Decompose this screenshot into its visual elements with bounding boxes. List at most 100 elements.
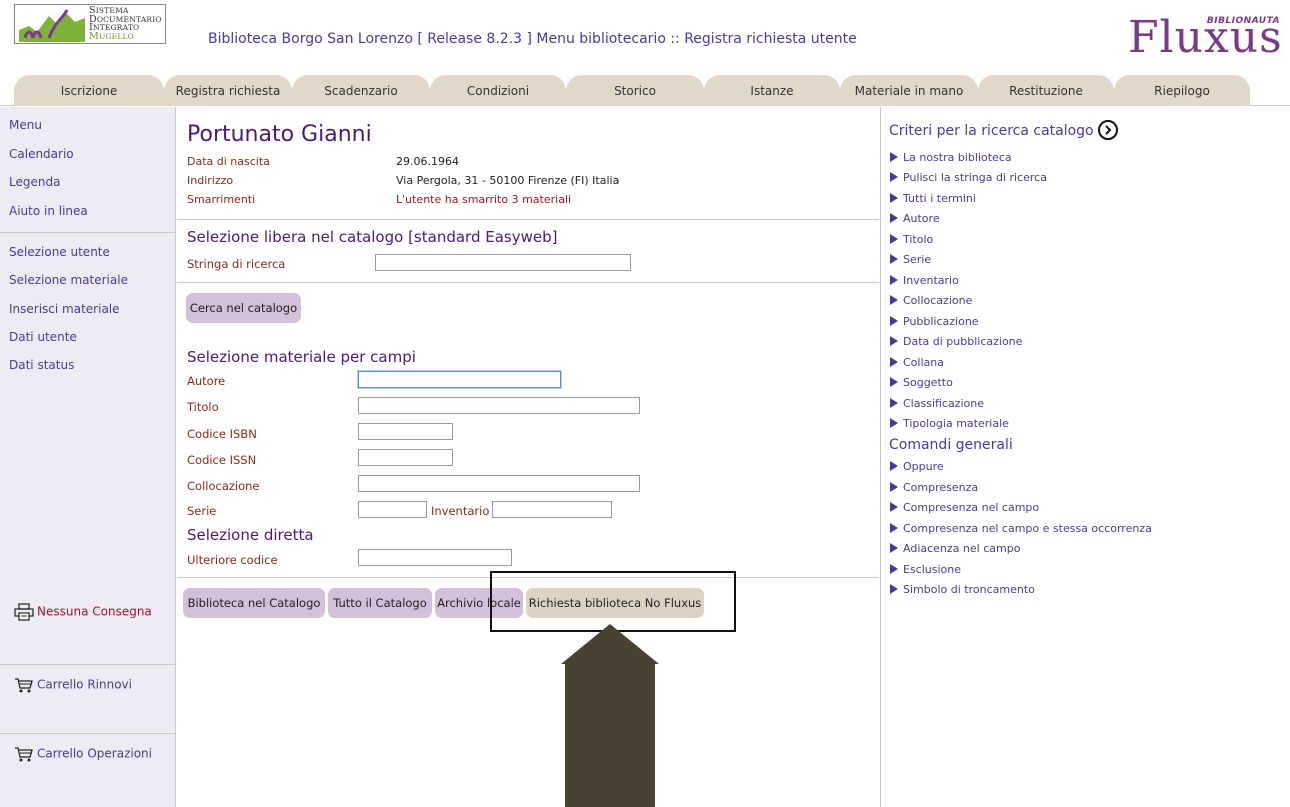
no-fluxus-request-button[interactable]: Richiesta biblioteca No Fluxus xyxy=(526,588,704,618)
issn-input[interactable] xyxy=(358,449,453,466)
inventory-input[interactable] xyxy=(492,501,612,518)
series-label: Serie xyxy=(187,504,217,518)
criteria-item[interactable]: Tutti i termini xyxy=(890,192,976,205)
criteria-item[interactable]: Pubblicazione xyxy=(890,315,979,328)
criteria-item[interactable]: La nostra biblioteca xyxy=(890,151,1012,164)
command-item[interactable]: Compresenza nel campo xyxy=(890,501,1039,514)
criteria-item[interactable]: Serie xyxy=(890,253,931,266)
triangle-right-icon xyxy=(890,275,898,285)
left-sidebar: Menu Calendario Legenda Aiuto in linea S… xyxy=(0,107,176,807)
isbn-input[interactable] xyxy=(358,423,453,440)
tab-materiale-in-mano[interactable]: Materiale in mano xyxy=(840,75,978,106)
tab-restituzione[interactable]: Restituzione xyxy=(978,75,1114,106)
triangle-right-icon xyxy=(890,502,898,512)
criteria-item[interactable]: Pulisci la stringa di ricerca xyxy=(890,171,1047,184)
sidebar-divider xyxy=(0,664,176,665)
sidebar-item-selezione-materiale[interactable]: Selezione materiale xyxy=(9,273,128,287)
logo-text: Sistema Documentario Integrato Mugello xyxy=(89,5,162,42)
no-delivery-label: Nessuna Consegna xyxy=(37,604,152,619)
criteria-item[interactable]: Data di pubblicazione xyxy=(890,335,1022,348)
birth-value: 29.06.1964 xyxy=(396,155,459,168)
lost-value[interactable]: L'utente ha smarrito 3 materiali xyxy=(396,193,571,206)
tab-bar: Iscrizione Registra richiesta Scadenzari… xyxy=(0,75,1290,106)
command-item[interactable]: Compresenza nel campo e stessa occorrenz… xyxy=(890,522,1152,535)
tab-istanze[interactable]: Istanze xyxy=(704,75,840,106)
criteria-item[interactable]: Soggetto xyxy=(890,376,953,389)
criteria-item[interactable]: Autore xyxy=(890,212,940,225)
series-input[interactable] xyxy=(358,501,427,518)
title-label: Titolo xyxy=(187,400,219,414)
author-input[interactable] xyxy=(358,371,561,388)
triangle-right-icon xyxy=(890,543,898,553)
main-content: Portunato Gianni Data di nascita 29.06.1… xyxy=(177,107,879,807)
library-catalog-button[interactable]: Biblioteca nel Catalogo xyxy=(183,588,325,618)
annotation-arrow-icon xyxy=(561,624,659,807)
triangle-right-icon xyxy=(890,295,898,305)
triangle-right-icon xyxy=(890,523,898,533)
other-code-input[interactable] xyxy=(358,549,512,566)
sidebar-item-dati-status[interactable]: Dati status xyxy=(9,358,74,372)
cart-icon xyxy=(15,678,33,693)
tab-iscrizione[interactable]: Iscrizione xyxy=(14,75,164,106)
triangle-right-icon xyxy=(890,213,898,223)
search-string-input[interactable] xyxy=(375,254,631,271)
command-item[interactable]: Esclusione xyxy=(890,563,961,576)
lost-label: Smarrimenti xyxy=(187,193,256,206)
no-delivery-link[interactable]: Nessuna Consegna xyxy=(14,603,152,621)
triangle-right-icon xyxy=(890,336,898,346)
birth-label: Data di nascita xyxy=(187,155,270,168)
criteria-item[interactable]: Classificazione xyxy=(890,397,984,410)
free-search-title: Selezione libera nel catalogo [standard … xyxy=(187,228,558,246)
brand-sub: BIBLIONAUTA xyxy=(1206,16,1280,26)
cart-icon xyxy=(15,747,33,762)
renew-cart-link[interactable]: Carrello Rinnovi xyxy=(14,677,132,693)
address-label: Indirizzo xyxy=(187,174,234,187)
printer-icon xyxy=(14,603,34,621)
search-string-label: Stringa di ricerca xyxy=(187,257,286,271)
criteria-title: Criteri per la ricerca catalogo xyxy=(889,120,1118,141)
triangle-right-icon xyxy=(890,398,898,408)
sidebar-item-menu[interactable]: Menu xyxy=(9,118,42,132)
location-label: Collocazione xyxy=(187,479,260,493)
sidebar-item-legenda[interactable]: Legenda xyxy=(9,175,60,189)
fluxus-logo: Fluxus BIBLIONAUTA xyxy=(1124,12,1284,62)
tab-storico[interactable]: Storico xyxy=(566,75,704,106)
sidebar-item-selezione-utente[interactable]: Selezione utente xyxy=(9,245,110,259)
triangle-right-icon xyxy=(890,152,898,162)
sidebar-divider xyxy=(0,733,176,734)
tab-condizioni[interactable]: Condizioni xyxy=(430,75,566,106)
tab-riepilogo[interactable]: Riepilogo xyxy=(1114,75,1250,106)
page-title: Biblioteca Borgo San Lorenzo [ Release 8… xyxy=(208,31,857,47)
mountain-logo-icon xyxy=(19,8,85,42)
title-input[interactable] xyxy=(358,397,640,414)
triangle-right-icon xyxy=(890,234,898,244)
tab-scadenzario[interactable]: Scadenzario xyxy=(292,75,430,106)
all-catalog-button[interactable]: Tutto il Catalogo xyxy=(328,588,432,618)
triangle-right-icon xyxy=(890,584,898,594)
sidebar-item-dati-utente[interactable]: Dati utente xyxy=(9,330,77,344)
sidebar-item-inserisci-materiale[interactable]: Inserisci materiale xyxy=(9,302,120,316)
criteria-item[interactable]: Titolo xyxy=(890,233,933,246)
operations-cart-link[interactable]: Carrello Operazioni xyxy=(14,746,152,762)
sdim-logo[interactable]: Sistema Documentario Integrato Mugello xyxy=(14,4,166,44)
sidebar-item-calendario[interactable]: Calendario xyxy=(9,147,74,161)
command-item[interactable]: Oppure xyxy=(890,460,944,473)
location-input[interactable] xyxy=(358,475,640,492)
sidebar-divider xyxy=(0,232,176,233)
tab-registra-richiesta[interactable]: Registra richiesta xyxy=(164,75,292,106)
chevron-right-circle-icon[interactable] xyxy=(1097,120,1118,140)
command-item[interactable]: Simbolo di troncamento xyxy=(890,583,1035,596)
criteria-item[interactable]: Collana xyxy=(890,356,944,369)
catalog-search-button[interactable]: Cerca nel catalogo xyxy=(186,293,301,323)
triangle-right-icon xyxy=(890,172,898,182)
divider xyxy=(177,577,879,578)
criteria-item[interactable]: Tipologia materiale xyxy=(890,417,1009,430)
sidebar-item-aiuto[interactable]: Aiuto in linea xyxy=(9,204,88,218)
local-archive-button[interactable]: Archivio locale xyxy=(435,588,523,618)
command-item[interactable]: Adiacenza nel campo xyxy=(890,542,1020,555)
operations-cart-label: Carrello Operazioni xyxy=(37,746,152,761)
author-label: Autore xyxy=(187,374,226,388)
command-item[interactable]: Compresenza xyxy=(890,481,978,494)
criteria-item[interactable]: Collocazione xyxy=(890,294,972,307)
criteria-item[interactable]: Inventario xyxy=(890,274,959,287)
